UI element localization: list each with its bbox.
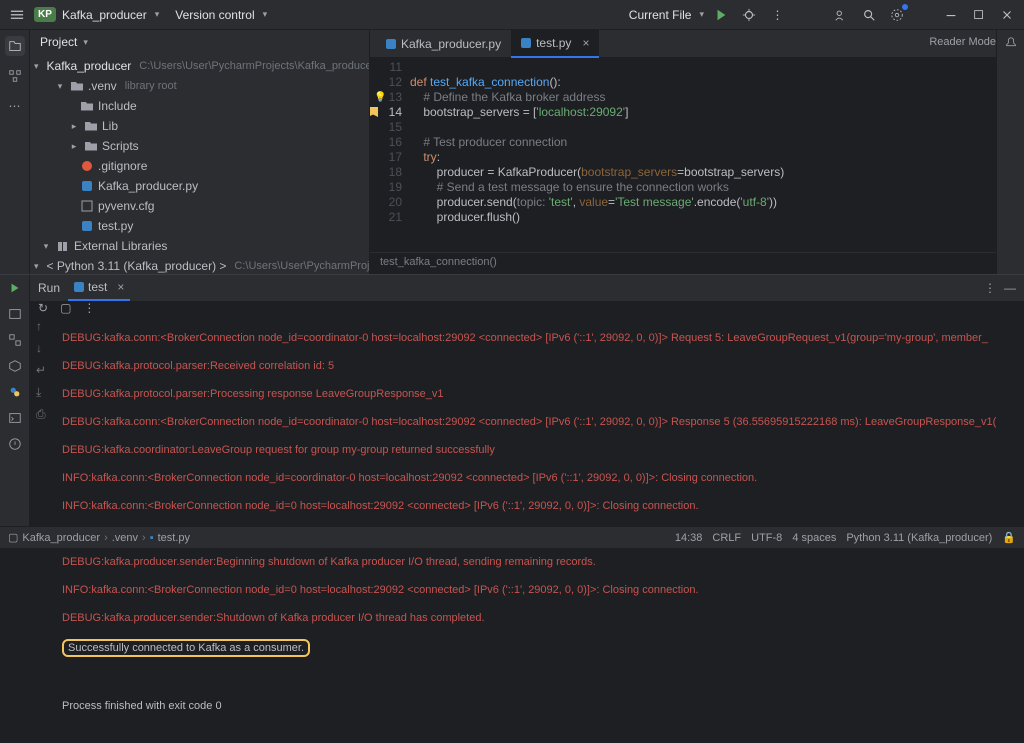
tree-lib[interactable]: Lib <box>30 116 369 136</box>
more-tool-icon[interactable]: ⋯ <box>5 96 25 116</box>
tab-kafka-producer[interactable]: Kafka_producer.py <box>376 30 511 58</box>
main-menu-icon[interactable] <box>6 4 28 26</box>
tree-pyvenv[interactable]: pyvenv.cfg <box>30 196 369 216</box>
tree-root[interactable]: Kafka_producerC:\Users\User\PycharmProje… <box>30 56 369 76</box>
run-config-selector[interactable]: Current File <box>629 8 692 22</box>
status-interpreter[interactable]: Python 3.11 (Kafka_producer) <box>846 532 992 544</box>
title-bar: KP Kafka_producer ▾ Version control ▾ Cu… <box>0 0 1024 30</box>
right-tool-rail <box>996 30 1024 274</box>
tree-python[interactable]: < Python 3.11 (Kafka_producer) >C:\Users… <box>30 256 369 274</box>
project-tree[interactable]: Kafka_producerC:\Users\User\PycharmProje… <box>30 54 369 274</box>
nav-breadcrumb[interactable]: ▢ Kafka_producer› .venv› ▪test.py <box>8 531 190 544</box>
version-control-menu[interactable]: Version control <box>175 8 254 22</box>
services-icon[interactable] <box>6 331 24 349</box>
hide-icon[interactable]: — <box>1004 281 1016 295</box>
packages-icon[interactable] <box>6 357 24 375</box>
gutter: 11 12 13 14 15 16 17 18 19 20 21 <box>370 60 410 252</box>
editor-tabs: Kafka_producer.py test.py× ⋮ <box>370 30 1024 58</box>
scroll-end-icon[interactable]: ⤓ <box>36 385 52 401</box>
status-encoding[interactable]: UTF-8 <box>751 532 782 544</box>
run-header: Run test× ⋮ — <box>30 275 1024 301</box>
reader-mode-label[interactable]: Reader Mode <box>929 36 996 48</box>
run-button[interactable] <box>710 4 732 26</box>
editor-area: Kafka_producer.py test.py× ⋮ Reader Mode… <box>370 30 1024 274</box>
minimize-icon[interactable] <box>940 4 962 26</box>
down-icon[interactable]: ↓ <box>36 341 52 357</box>
close-icon[interactable]: × <box>582 36 589 50</box>
code-breadcrumb[interactable]: test_kafka_connection() <box>370 252 1024 274</box>
python-icon[interactable] <box>6 383 24 401</box>
project-name[interactable]: Kafka_producer <box>62 8 147 22</box>
more-actions-icon[interactable]: ⋮ <box>766 4 788 26</box>
status-indent[interactable]: 4 spaces <box>792 532 836 544</box>
more-icon[interactable]: ⋮ <box>83 301 95 315</box>
project-badge[interactable]: KP <box>34 4 56 26</box>
status-bar: ▢ Kafka_producer› .venv› ▪test.py 14:38 … <box>0 526 1024 548</box>
tree-test[interactable]: test.py <box>30 216 369 236</box>
code-with-me-icon[interactable] <box>830 4 852 26</box>
search-icon[interactable] <box>858 4 880 26</box>
python-console-icon[interactable] <box>6 305 24 323</box>
chevron-down-icon: ▾ <box>263 9 268 20</box>
run-toolbar: ↻ ▢ ⋮ <box>30 301 1024 315</box>
maximize-icon[interactable] <box>968 4 990 26</box>
tree-kafka-producer[interactable]: Kafka_producer.py <box>30 176 369 196</box>
status-time: 14:38 <box>675 532 703 544</box>
tree-venv[interactable]: .venvlibrary root <box>30 76 369 96</box>
run-tab-test[interactable]: test× <box>68 275 130 301</box>
structure-tool-icon[interactable] <box>5 66 25 86</box>
run-title: Run <box>38 281 60 295</box>
left-tool-rail: ⋯ <box>0 30 30 274</box>
up-icon[interactable]: ↑ <box>36 319 52 335</box>
chevron-down-icon: ▾ <box>83 37 88 48</box>
project-panel-title[interactable]: Project <box>40 35 77 49</box>
print-icon[interactable]: ⎙ <box>36 407 52 423</box>
tree-gitignore[interactable]: .gitignore <box>30 156 369 176</box>
chevron-down-icon: ▾ <box>155 9 160 20</box>
tree-scripts[interactable]: Scripts <box>30 136 369 156</box>
status-crlf[interactable]: CRLF <box>712 532 741 544</box>
soft-wrap-icon[interactable]: ↵ <box>36 363 52 379</box>
code-editor[interactable]: 11 12 13 14 15 16 17 18 19 20 21 def tes… <box>370 58 1024 252</box>
debug-button[interactable] <box>738 4 760 26</box>
rerun-icon[interactable] <box>6 279 24 297</box>
problems-icon[interactable] <box>6 435 24 453</box>
highlighted-output: Successfully connected to Kafka as a con… <box>62 639 310 657</box>
project-panel: Project ▾ Kafka_producerC:\Users\User\Py… <box>30 30 370 274</box>
tree-ext-lib[interactable]: External Libraries <box>30 236 369 256</box>
tab-test[interactable]: test.py× <box>511 30 599 58</box>
close-icon[interactable] <box>996 4 1018 26</box>
settings-icon[interactable] <box>886 4 908 26</box>
stop-icon[interactable]: ▢ <box>60 301 71 315</box>
lock-icon[interactable]: 🔒 <box>1002 531 1016 544</box>
more-icon[interactable]: ⋮ <box>984 281 996 295</box>
rerun-icon[interactable]: ↻ <box>38 301 48 315</box>
tree-include[interactable]: Include <box>30 96 369 116</box>
chevron-down-icon: ▾ <box>699 9 704 20</box>
run-tool-rail <box>0 275 30 526</box>
notifications-icon[interactable] <box>1004 36 1018 53</box>
project-tool-icon[interactable] <box>5 36 25 56</box>
terminal-icon[interactable] <box>6 409 24 427</box>
